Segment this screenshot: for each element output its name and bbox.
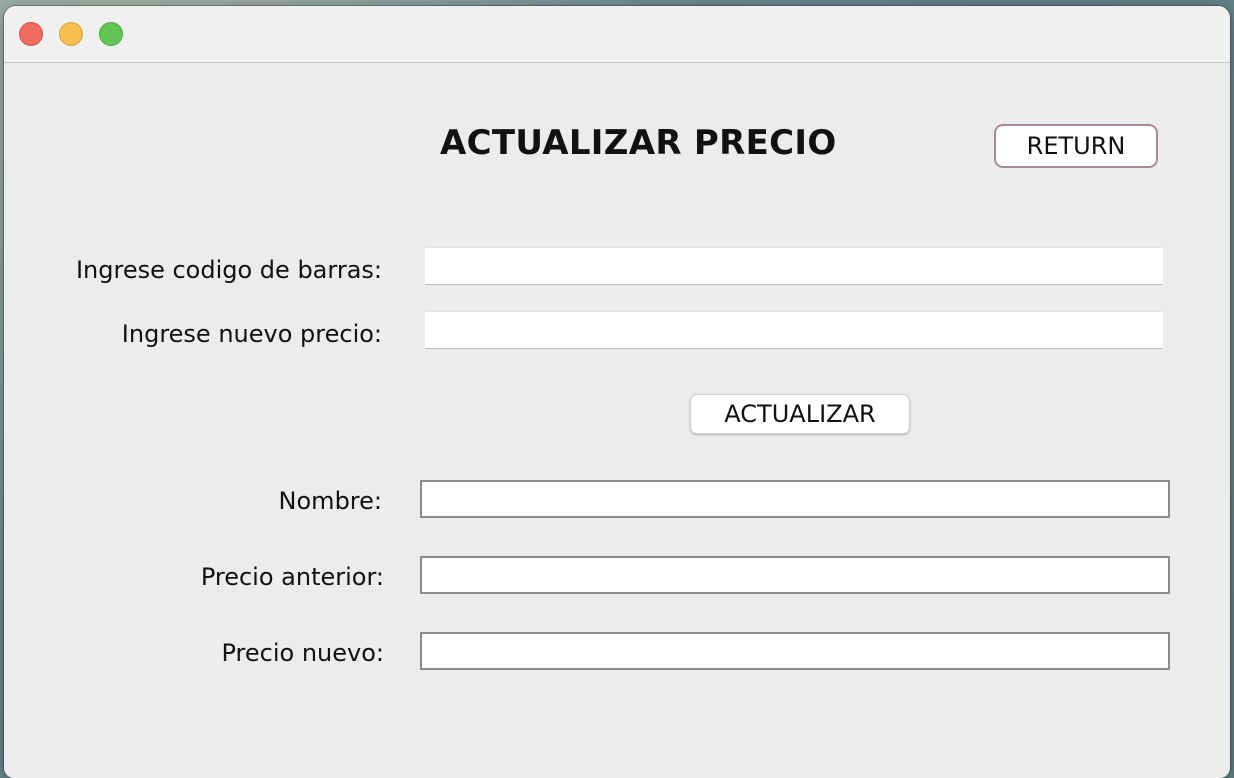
previous-price-label: Precio anterior:	[200, 563, 384, 591]
window-content: ACTUALIZAR PRECIO RETURN Ingrese codigo …	[4, 63, 1230, 778]
name-label: Nombre:	[278, 487, 382, 515]
barcode-input[interactable]	[425, 247, 1163, 285]
return-button[interactable]: RETURN	[994, 124, 1158, 168]
window-titlebar[interactable]	[4, 6, 1230, 63]
new-price-input[interactable]	[425, 311, 1163, 349]
update-button[interactable]: ACTUALIZAR	[690, 394, 910, 434]
minimize-icon[interactable]	[59, 22, 83, 46]
updated-price-label: Precio nuevo:	[221, 639, 385, 667]
updated-price-field[interactable]	[420, 632, 1170, 670]
zoom-icon[interactable]	[99, 22, 123, 46]
page-title: ACTUALIZAR PRECIO	[440, 123, 837, 163]
app-window: ACTUALIZAR PRECIO RETURN Ingrese codigo …	[4, 6, 1230, 778]
close-icon[interactable]	[19, 22, 43, 46]
barcode-label: Ingrese codigo de barras:	[75, 256, 382, 284]
name-field[interactable]	[420, 480, 1170, 518]
new-price-label: Ingrese nuevo precio:	[121, 320, 382, 348]
previous-price-field[interactable]	[420, 556, 1170, 594]
